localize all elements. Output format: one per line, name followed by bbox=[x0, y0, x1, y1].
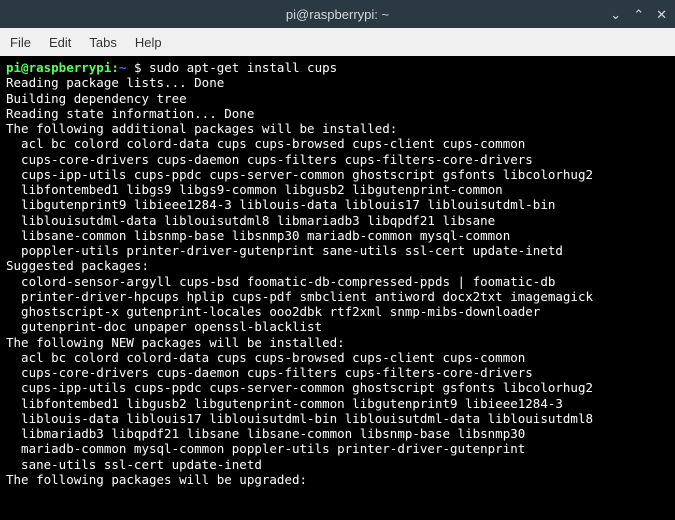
maximize-icon[interactable]: ⌃ bbox=[633, 8, 644, 21]
output-line: printer-driver-hpcups hplip cups-pdf smb… bbox=[6, 289, 593, 304]
output-line: acl bc colord colord-data cups cups-brow… bbox=[6, 350, 525, 365]
output-line: Reading package lists... Done bbox=[6, 75, 224, 90]
output-line: cups-core-drivers cups-daemon cups-filte… bbox=[6, 365, 533, 380]
output-line: libfontembed1 libgusb2 libgutenprint-com… bbox=[6, 396, 563, 411]
output-line: libmariadb3 libqpdf21 libsane libsane-co… bbox=[6, 426, 525, 441]
terminal-area[interactable]: pi@raspberrypi:~ $ sudo apt-get install … bbox=[0, 56, 675, 520]
window-titlebar: pi@raspberrypi: ~ ⌄ ⌃ ✕ bbox=[0, 0, 675, 28]
output-line: ghostscript-x gutenprint-locales ooo2dbk… bbox=[6, 304, 540, 319]
minimize-icon[interactable]: ⌄ bbox=[610, 8, 621, 21]
prompt-colon: : bbox=[111, 60, 119, 75]
output-line: Suggested packages: bbox=[6, 258, 149, 273]
output-line: acl bc colord colord-data cups cups-brow… bbox=[6, 136, 525, 151]
command-text: sudo apt-get install cups bbox=[149, 60, 337, 75]
output-line: libgutenprint9 libieee1284-3 liblouis-da… bbox=[6, 197, 555, 212]
output-line: The following NEW packages will be insta… bbox=[6, 335, 345, 350]
menu-help[interactable]: Help bbox=[135, 35, 162, 50]
output-line: The following additional packages will b… bbox=[6, 121, 397, 136]
window-title: pi@raspberrypi: ~ bbox=[286, 7, 389, 22]
output-line: poppler-utils printer-driver-gutenprint … bbox=[6, 243, 563, 258]
output-line: colord-sensor-argyll cups-bsd foomatic-d… bbox=[6, 274, 555, 289]
output-line: sane-utils ssl-cert update-inetd bbox=[6, 457, 262, 472]
output-line: mariadb-common mysql-common poppler-util… bbox=[6, 441, 525, 456]
menu-tabs[interactable]: Tabs bbox=[89, 35, 116, 50]
output-line: The following packages will be upgraded: bbox=[6, 472, 307, 487]
output-line: cups-ipp-utils cups-ppdc cups-server-com… bbox=[6, 167, 593, 182]
output-line: cups-core-drivers cups-daemon cups-filte… bbox=[6, 152, 533, 167]
prompt-user-host: pi@raspberrypi bbox=[6, 60, 111, 75]
menu-file[interactable]: File bbox=[10, 35, 31, 50]
output-line: Reading state information... Done bbox=[6, 106, 254, 121]
window-controls: ⌄ ⌃ ✕ bbox=[610, 8, 667, 21]
output-line: liblouis-data liblouis17 liblouisutdml-b… bbox=[6, 411, 593, 426]
close-icon[interactable]: ✕ bbox=[656, 8, 667, 21]
menu-edit[interactable]: Edit bbox=[49, 35, 71, 50]
output-line: liblouisutdml-data liblouisutdml8 libmar… bbox=[6, 213, 495, 228]
menubar: File Edit Tabs Help bbox=[0, 28, 675, 56]
output-line: Building dependency tree bbox=[6, 91, 187, 106]
output-line: cups-ipp-utils cups-ppdc cups-server-com… bbox=[6, 380, 593, 395]
output-line: libfontembed1 libgs9 libgs9-common libgu… bbox=[6, 182, 503, 197]
prompt-dollar: $ bbox=[126, 60, 149, 75]
output-line: gutenprint-doc unpaper openssl-blacklist bbox=[6, 319, 322, 334]
output-line: libsane-common libsnmp-base libsnmp30 ma… bbox=[6, 228, 510, 243]
